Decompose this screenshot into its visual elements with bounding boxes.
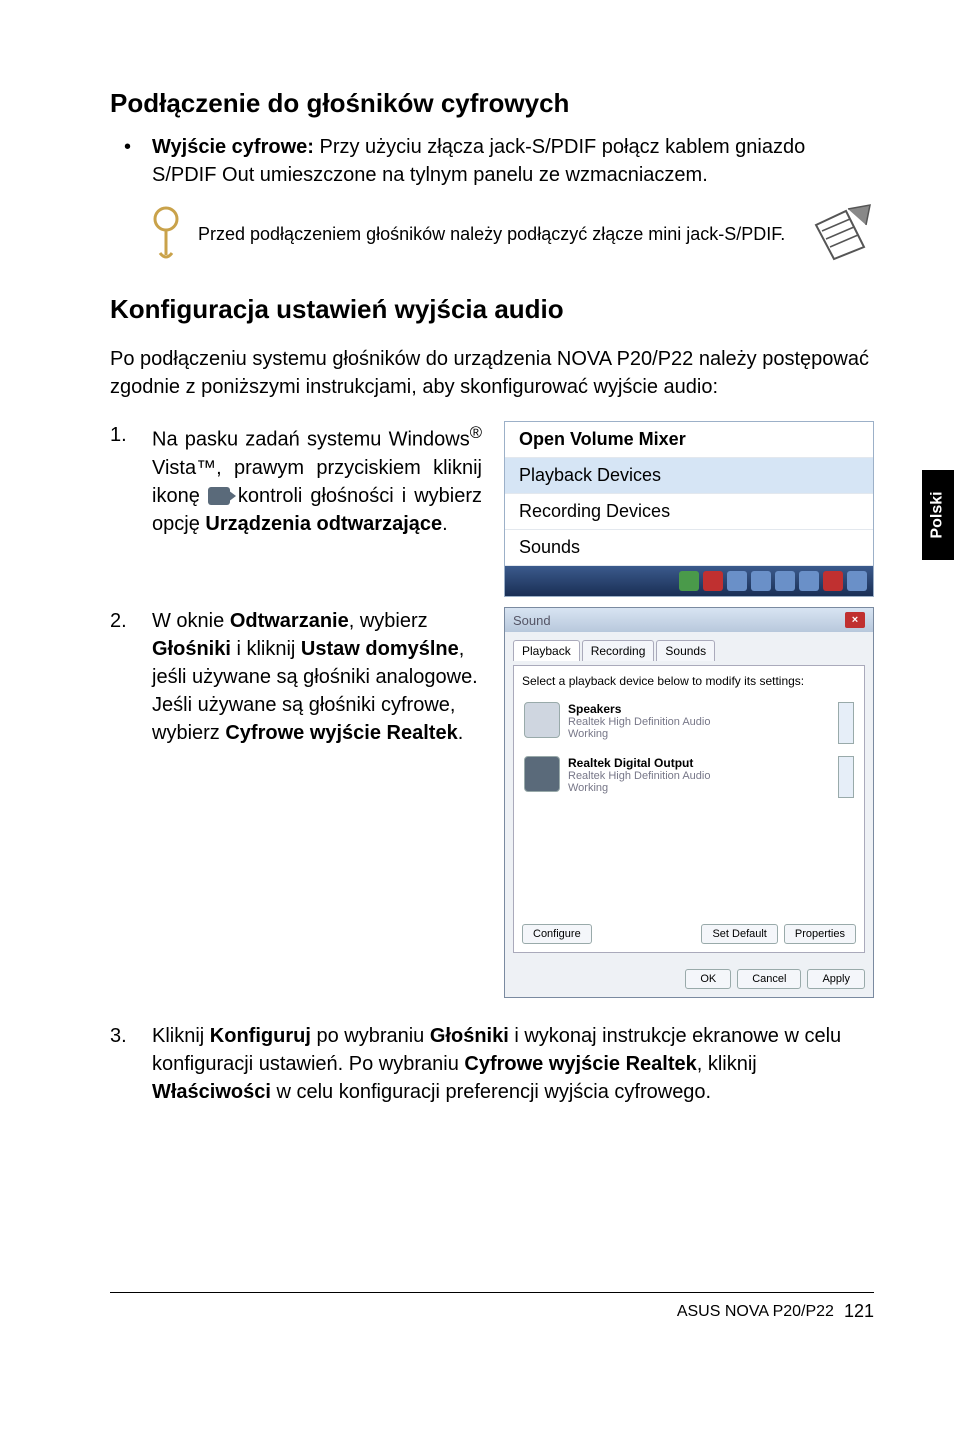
step-3: 3. Kliknij Konfiguruj po wybraniu Głośni… — [110, 1022, 874, 1106]
digital-output-device-icon — [524, 756, 560, 792]
registered-mark: ® — [470, 423, 482, 442]
tray-icon[interactable] — [799, 571, 819, 591]
tab-recording[interactable]: Recording — [582, 640, 655, 661]
step3-bold-f: Cyfrowe wyjście Realtek — [464, 1053, 696, 1075]
heading-connect-digital-speakers: Podłączenie do głośników cyfrowych — [110, 88, 874, 119]
step3-bold-h: Właściwości — [152, 1081, 271, 1103]
device-title: Realtek Digital Output — [568, 756, 710, 770]
pencil-note-icon — [810, 203, 874, 266]
cancel-button[interactable]: Cancel — [737, 969, 801, 989]
page-footer: ASUS NOVA P20/P22 121 — [110, 1292, 874, 1322]
device-sub2: Working — [568, 782, 710, 794]
magnifier-icon — [150, 205, 184, 264]
step2-bold-b: Odtwarzanie — [230, 610, 349, 632]
intro-paragraph: Po podłączeniu systemu głośników do urzą… — [110, 345, 874, 401]
step2-bold-d: Głośniki — [152, 638, 231, 660]
volume-icon — [208, 487, 230, 505]
step-1: 1. Na pasku zadań systemu Windows® Vista… — [110, 421, 482, 538]
set-default-button[interactable]: Set Default — [701, 924, 777, 944]
two-column-row-2: 2. W oknie Odtwarzanie, wybierz Głośniki… — [110, 607, 874, 998]
step2-text-a: W oknie — [152, 610, 230, 632]
dialog-title: Sound — [513, 613, 551, 628]
playback-panel: Select a playback device below to modify… — [513, 665, 865, 953]
level-meter — [838, 756, 854, 798]
note-text: Przed podłączeniem głośników należy podł… — [198, 222, 796, 246]
context-menu-volume: Open Volume Mixer Playback Devices Recor… — [504, 421, 874, 597]
step2-text-c: , wybierz — [349, 610, 428, 632]
side-tab-label: Polski — [929, 491, 947, 538]
speaker-device-icon — [524, 702, 560, 738]
step1-text-e: . — [442, 513, 448, 535]
two-column-row-1: 1. Na pasku zadań systemu Windows® Vista… — [110, 421, 874, 597]
step3-text-i: w celu konfiguracji preferencji wyjścia … — [271, 1081, 711, 1103]
tray-icon[interactable] — [727, 571, 747, 591]
level-meter — [838, 702, 854, 744]
bullet-list: Wyjście cyfrowe: Przy użyciu złącza jack… — [110, 133, 874, 189]
device-sub1: Realtek High Definition Audio — [568, 770, 710, 782]
apply-button[interactable]: Apply — [807, 969, 865, 989]
heading-configure-audio-output: Konfiguracja ustawień wyjścia audio — [110, 294, 874, 325]
step3-text-g: , kliknij — [697, 1053, 757, 1075]
step2-text-e: i kliknij — [231, 638, 301, 660]
step3-bold-d: Głośniki — [430, 1025, 509, 1047]
properties-button[interactable]: Properties — [784, 924, 856, 944]
menu-item-sounds[interactable]: Sounds — [505, 530, 873, 566]
step2-bold-h: Cyfrowe wyjście Realtek — [225, 722, 457, 744]
bullet-lead: Wyjście cyfrowe: — [152, 136, 314, 158]
tab-sounds[interactable]: Sounds — [656, 640, 715, 661]
taskbar-tray — [505, 566, 873, 596]
step-2: 2. W oknie Odtwarzanie, wybierz Głośniki… — [110, 607, 482, 747]
tray-icon[interactable] — [679, 571, 699, 591]
document-page: Polski Podłączenie do głośników cyfrowyc… — [0, 0, 954, 1358]
device-row-speakers[interactable]: Speakers Realtek High Definition Audio W… — [522, 696, 856, 750]
menu-item-open-volume-mixer[interactable]: Open Volume Mixer — [505, 422, 873, 458]
device-sub1: Realtek High Definition Audio — [568, 716, 710, 728]
device-title: Speakers — [568, 702, 710, 716]
step3-bold-b: Konfiguruj — [210, 1025, 311, 1047]
ok-button[interactable]: OK — [685, 969, 731, 989]
device-row-digital-output[interactable]: Realtek Digital Output Realtek High Defi… — [522, 750, 856, 804]
step3-text-a: Kliknij — [152, 1025, 210, 1047]
step-number: 2. — [110, 607, 127, 635]
dialog-titlebar: Sound × — [505, 608, 873, 632]
close-icon[interactable]: × — [845, 612, 865, 628]
footer-page-number: 121 — [844, 1301, 874, 1322]
menu-item-playback-devices[interactable]: Playback Devices — [505, 458, 873, 494]
tab-playback[interactable]: Playback — [513, 640, 580, 661]
step1-bold-d: Urządzenia odtwarzające — [205, 513, 442, 535]
dialog-tabs: Playback Recording Sounds — [513, 640, 865, 661]
tray-icon[interactable] — [751, 571, 771, 591]
step-number: 1. — [110, 421, 127, 449]
tray-icon[interactable] — [775, 571, 795, 591]
step3-text-c: po wybraniu — [311, 1025, 430, 1047]
step-number: 3. — [110, 1022, 127, 1050]
step2-text-i: . — [458, 722, 464, 744]
step1-text-a: Na pasku zadań systemu Windows — [152, 429, 470, 451]
footer-model: ASUS NOVA P20/P22 — [677, 1303, 834, 1321]
tray-icon[interactable] — [703, 571, 723, 591]
language-side-tab: Polski — [922, 470, 954, 560]
sound-dialog: Sound × Playback Recording Sounds Select… — [504, 607, 874, 998]
menu-item-recording-devices[interactable]: Recording Devices — [505, 494, 873, 530]
panel-hint: Select a playback device below to modify… — [522, 674, 856, 688]
step2-bold-f: Ustaw domyślne — [301, 638, 459, 660]
note-row: Przed podłączeniem głośników należy podł… — [110, 203, 874, 266]
tray-icon[interactable] — [823, 571, 843, 591]
device-sub2: Working — [568, 728, 710, 740]
tray-volume-icon[interactable] — [847, 571, 867, 591]
bullet-item-digital-output: Wyjście cyfrowe: Przy użyciu złącza jack… — [110, 133, 874, 189]
configure-button[interactable]: Configure — [522, 924, 592, 944]
